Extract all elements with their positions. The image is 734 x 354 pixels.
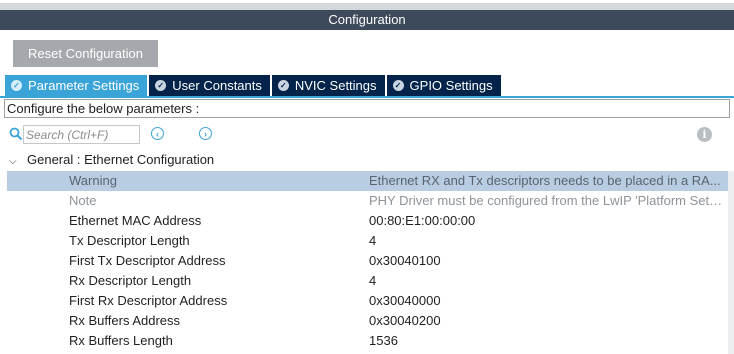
param-value: 0x30040200 bbox=[369, 313, 441, 328]
param-name: Rx Descriptor Length bbox=[69, 273, 192, 288]
info-icon[interactable]: i bbox=[697, 127, 712, 142]
group-label: General : Ethernet Configuration bbox=[27, 152, 215, 167]
param-value: 0x30040000 bbox=[369, 293, 441, 308]
parameter-table: Warning Ethernet RX and Tx descriptors n… bbox=[7, 171, 728, 351]
param-value: 0x30040100 bbox=[369, 253, 441, 268]
param-name: First Rx Descriptor Address bbox=[69, 293, 228, 308]
check-circle-icon: ✓ bbox=[392, 80, 404, 91]
search-icon[interactable] bbox=[9, 127, 23, 141]
param-value: 4 bbox=[369, 273, 377, 288]
table-row[interactable]: First Rx Descriptor Address 0x30040000 bbox=[7, 291, 728, 311]
tab-label: User Constants bbox=[172, 78, 262, 93]
tab-label: GPIO Settings bbox=[409, 78, 493, 93]
check-circle-icon: ✓ bbox=[155, 80, 167, 91]
table-row[interactable]: Note PHY Driver must be configured from … bbox=[7, 191, 728, 211]
param-name: Note bbox=[69, 193, 97, 208]
param-value: 1536 bbox=[369, 333, 398, 348]
search-input[interactable] bbox=[23, 125, 140, 144]
param-name: Rx Buffers Length bbox=[69, 333, 173, 348]
chevron-down-icon: ⌵ bbox=[9, 156, 17, 167]
reset-configuration-button[interactable]: Reset Configuration bbox=[13, 40, 158, 67]
table-row[interactable]: Rx Descriptor Length 4 bbox=[7, 271, 728, 291]
tab-label: NVIC Settings bbox=[294, 78, 377, 93]
tab-label: Parameter Settings bbox=[28, 78, 140, 93]
configure-description: Configure the below parameters : bbox=[4, 99, 730, 118]
panel-title: Configuration bbox=[0, 10, 734, 30]
chevron-left-icon[interactable]: ‹ bbox=[151, 127, 164, 140]
table-row[interactable]: Rx Buffers Length 1536 bbox=[7, 331, 728, 351]
param-value: 4 bbox=[369, 233, 377, 248]
scroll-edge bbox=[728, 171, 734, 354]
param-name: First Tx Descriptor Address bbox=[69, 253, 226, 268]
tab-user-constants[interactable]: ✓ User Constants bbox=[149, 75, 270, 96]
table-row[interactable]: First Tx Descriptor Address 0x30040100 bbox=[7, 251, 728, 271]
tab-parameter-settings[interactable]: ✓ Parameter Settings bbox=[5, 75, 148, 96]
table-row[interactable]: Tx Descriptor Length 4 bbox=[7, 231, 728, 251]
param-value: 00:80:E1:00:00:00 bbox=[369, 213, 476, 228]
tab-underline bbox=[0, 96, 734, 98]
check-circle-icon: ✓ bbox=[11, 80, 22, 91]
param-name: Rx Buffers Address bbox=[69, 313, 181, 328]
param-name: Warning bbox=[69, 173, 117, 188]
tab-bar: ✓ Parameter Settings ✓ User Constants ✓ … bbox=[5, 75, 503, 96]
top-band bbox=[0, 3, 734, 10]
group-header[interactable]: ⌵ General : Ethernet Configuration bbox=[9, 151, 214, 169]
param-value: PHY Driver must be configured from the L… bbox=[369, 193, 725, 208]
tab-nvic-settings[interactable]: ✓ NVIC Settings bbox=[271, 75, 385, 96]
table-row[interactable]: Ethernet MAC Address 00:80:E1:00:00:00 bbox=[7, 211, 728, 231]
check-circle-icon: ✓ bbox=[277, 80, 289, 91]
search-row: ‹ › i bbox=[0, 125, 734, 145]
table-row[interactable]: Warning Ethernet RX and Tx descriptors n… bbox=[7, 171, 728, 191]
table-row[interactable]: Rx Buffers Address 0x30040200 bbox=[7, 311, 728, 331]
param-name: Tx Descriptor Length bbox=[69, 233, 190, 248]
tab-gpio-settings[interactable]: ✓ GPIO Settings bbox=[386, 75, 501, 96]
param-name: Ethernet MAC Address bbox=[69, 213, 202, 228]
param-value: Ethernet RX and Tx descriptors needs to … bbox=[369, 173, 721, 188]
chevron-right-icon[interactable]: › bbox=[199, 127, 212, 140]
